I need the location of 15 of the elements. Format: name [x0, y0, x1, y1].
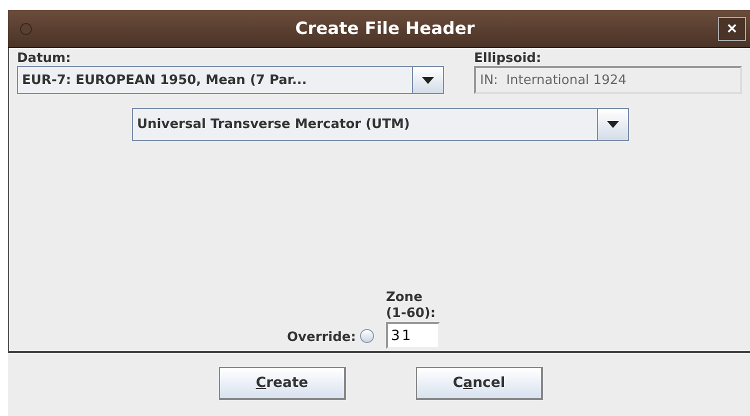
datum-label: Datum: [17, 51, 72, 66]
projection-dropdown[interactable]: Universal Transverse Mercator (UTM) [132, 108, 629, 141]
override-label: Override: [287, 330, 356, 345]
ellipsoid-label: Ellipsoid: [474, 51, 542, 66]
dropdown-arrow-icon [607, 121, 619, 128]
create-button[interactable]: Create [219, 367, 346, 400]
dropdown-arrow-icon [422, 76, 434, 84]
window-title: Create File Header [294, 18, 476, 38]
window-menu-icon[interactable] [20, 22, 32, 34]
zone-label: Zone (1-60): [386, 290, 437, 322]
override-radio[interactable] [360, 329, 374, 343]
datum-dropdown[interactable]: EUR-7: EUROPEAN 1950, Mean (7 Par... [17, 66, 444, 94]
close-button[interactable]: × [718, 16, 746, 40]
zone-input[interactable]: 31 [386, 322, 440, 349]
cancel-button[interactable]: Cancel [416, 367, 543, 400]
